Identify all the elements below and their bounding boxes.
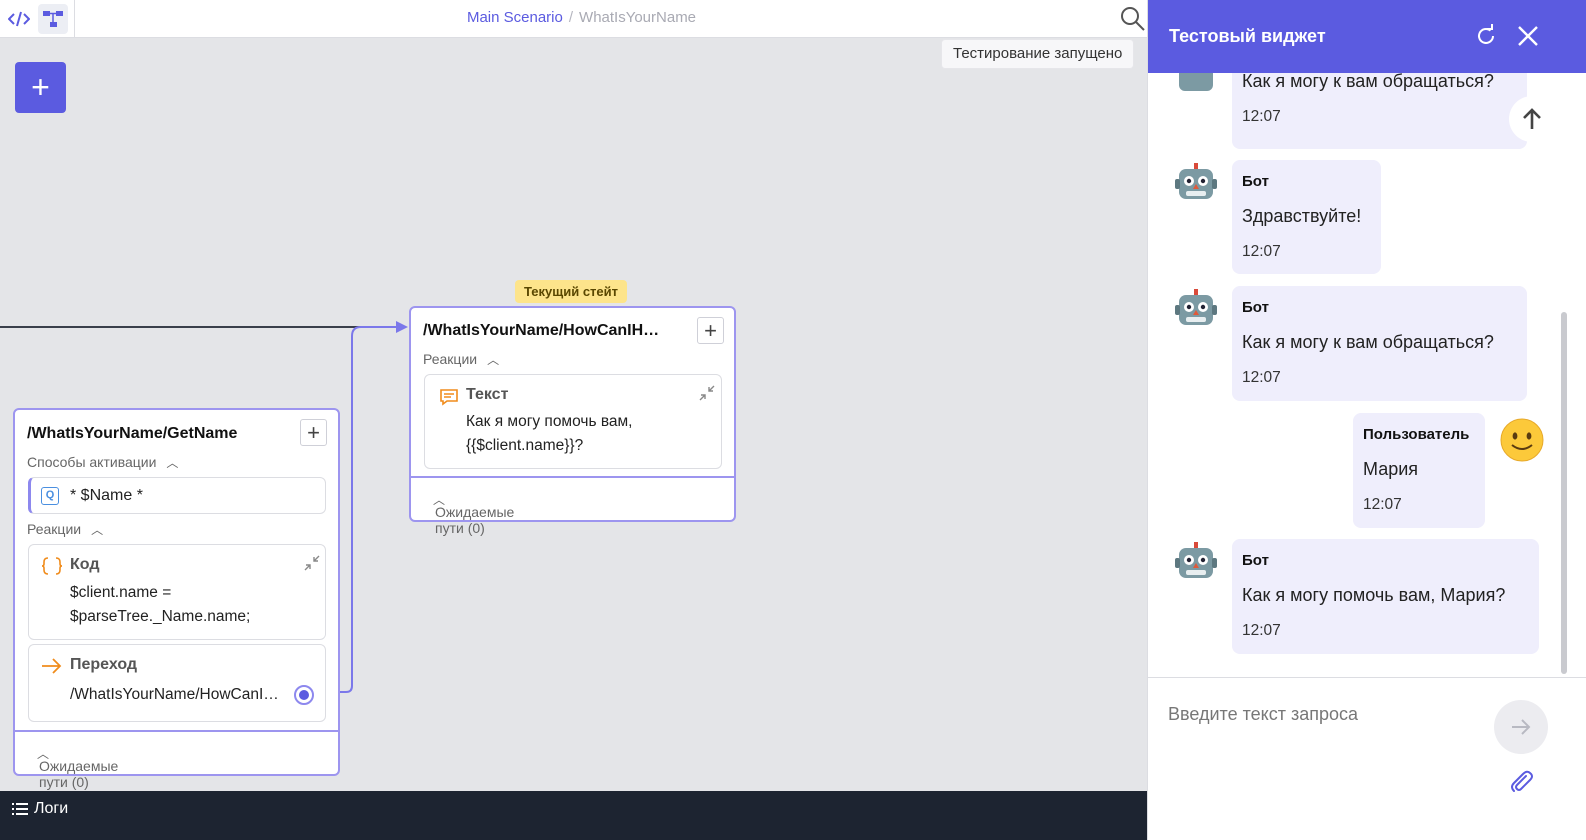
reactions-section[interactable]: Реакции ︿ <box>27 521 103 538</box>
bot-avatar <box>1173 287 1219 333</box>
chat-history: Как я могу к вам обращаться? 12:07 Бот З… <box>1148 73 1586 677</box>
chat-message-bot: Бот Как я могу к вам обращаться? 12:07 <box>1232 286 1527 401</box>
search-button[interactable] <box>1119 5 1147 33</box>
collapse-icon[interactable] <box>304 555 320 571</box>
message-text: Как я могу помочь вам, Мария? <box>1242 585 1506 605</box>
scroll-to-top-button[interactable] <box>1509 96 1555 142</box>
message-composer <box>1148 677 1586 840</box>
send-icon <box>1512 719 1531 735</box>
expected-paths-label: Ожидаемые пути (0) <box>435 504 515 536</box>
breadcrumb-separator: / <box>568 9 574 26</box>
add-reaction-button[interactable]: + <box>697 317 724 344</box>
chevron-up-icon: ︿ <box>487 353 500 367</box>
message-author: Пользователь <box>1363 426 1470 443</box>
current-state-badge: Текущий стейт <box>515 280 628 303</box>
logs-panel-bar[interactable]: Логи <box>0 791 1163 840</box>
code-line-2: $parseTree._Name.name; <box>70 608 251 625</box>
chevron-up-icon: ︿ <box>166 456 179 470</box>
close-icon[interactable] <box>1514 22 1542 50</box>
transition-port[interactable] <box>294 685 314 705</box>
message-time: 12:07 <box>1242 622 1281 639</box>
breadcrumb-main-scenario[interactable]: Main Scenario <box>467 9 563 26</box>
chat-scrollbar[interactable] <box>1561 312 1567 674</box>
connection-arrowhead <box>396 321 408 333</box>
user-avatar <box>1499 417 1545 463</box>
attach-icon[interactable] <box>1508 768 1536 796</box>
state-title: /WhatIsYourName/GetName <box>27 425 238 442</box>
message-time: 12:07 <box>1363 496 1402 513</box>
refresh-icon[interactable] <box>1472 22 1500 50</box>
logs-label: Логи <box>34 800 69 817</box>
testing-status: Тестирование запущено <box>941 39 1135 69</box>
text-line-1: Как я могу помочь вам, <box>466 413 633 430</box>
transition-connection <box>340 326 398 693</box>
message-author: Бот <box>1242 173 1269 190</box>
message-text: Здравствуйте! <box>1242 206 1362 226</box>
message-time: 12:07 <box>1242 243 1281 260</box>
activation-section[interactable]: Способы активации ︿ <box>27 454 178 471</box>
intent-activation-block[interactable]: Q * $Name * <box>28 477 326 514</box>
intent-badge-icon: Q <box>41 487 59 505</box>
block-title: Текст <box>466 386 509 403</box>
reactions-section[interactable]: Реакции ︿ <box>423 351 499 368</box>
message-author: Бот <box>1242 552 1269 569</box>
expected-paths-section[interactable]: Ожидаемые пути (0) ︿ <box>15 730 338 790</box>
message-time: 12:07 <box>1242 369 1281 386</box>
message-time: 12:07 <box>1242 108 1281 125</box>
arrow-right-icon <box>42 658 62 674</box>
state-title: /WhatIsYourName/HowCanIH… <box>423 322 660 339</box>
text-reaction-block[interactable]: Текст Как я могу помочь вам, {{$client.n… <box>424 374 722 469</box>
chevron-up-icon: ︿ <box>91 523 104 537</box>
state-card-getname[interactable]: /WhatIsYourName/GetName + Способы актива… <box>13 408 340 790</box>
send-button[interactable] <box>1494 700 1548 754</box>
editor-toolbar: Main Scenario / WhatIsYourName <box>0 0 1163 38</box>
chat-message-bot: Бот Как я могу помочь вам, Мария? 12:07 <box>1232 539 1539 654</box>
bot-avatar <box>1173 73 1219 99</box>
breadcrumb: Main Scenario / WhatIsYourName <box>0 9 1163 26</box>
breadcrumb-current: WhatIsYourName <box>579 9 697 26</box>
chat-message-bot: Как я могу к вам обращаться? 12:07 <box>1232 73 1527 149</box>
block-title: Переход <box>70 656 138 673</box>
collapse-icon[interactable] <box>699 385 715 401</box>
widget-header: Тестовый виджет <box>1148 0 1586 73</box>
search-icon <box>1121 7 1145 31</box>
message-author: Бот <box>1242 299 1269 316</box>
message-text: Мария <box>1363 459 1419 479</box>
text-reaction-body: Как я могу помочь вам, {{$client.name}}? <box>466 410 632 458</box>
message-text: Как я могу к вам обращаться? <box>1242 73 1494 91</box>
block-title: Код <box>70 556 100 573</box>
code-braces-icon <box>41 557 63 575</box>
chat-message-bot: Бот Здравствуйте! 12:07 <box>1232 160 1381 274</box>
transition-target: /WhatIsYourName/HowCanI… <box>70 686 279 703</box>
text-line-2: {{$client.name}}? <box>466 437 584 454</box>
message-text: Как я могу к вам обращаться? <box>1242 332 1494 352</box>
add-state-button[interactable]: + <box>15 62 66 113</box>
arrow-up-icon <box>1523 108 1541 129</box>
widget-title: Тестовый виджет <box>1169 26 1326 46</box>
activation-label: Способы активации <box>27 454 157 470</box>
message-input[interactable] <box>1168 702 1488 726</box>
list-icon <box>12 803 28 815</box>
code-line-1: $client.name = <box>70 584 172 601</box>
reactions-label: Реакции <box>27 521 82 537</box>
bot-avatar <box>1173 161 1219 207</box>
text-message-icon <box>440 389 458 406</box>
bot-avatar <box>1173 540 1219 586</box>
chat-message-user: Пользователь Мария 12:07 <box>1353 413 1485 528</box>
code-reaction-block[interactable]: Код $client.name = $parseTree._Name.name… <box>28 544 326 640</box>
scenario-editor: Main Scenario / WhatIsYourName Тестировани… <box>0 0 1163 840</box>
expected-paths-section[interactable]: Ожидаемые пути (0) ︿ <box>411 476 734 536</box>
expected-paths-label: Ожидаемые пути (0) <box>39 758 119 790</box>
add-reaction-button[interactable]: + <box>300 419 327 446</box>
transition-reaction-block[interactable]: Переход /WhatIsYourName/HowCanI… <box>28 644 326 722</box>
reactions-label: Реакции <box>423 351 478 367</box>
code-reaction-body: $client.name = $parseTree._Name.name; <box>70 581 250 629</box>
state-card-howcanihelp[interactable]: /WhatIsYourName/HowCanIH… + Реакции ︿ Тек… <box>409 306 736 536</box>
intent-phrase: * $Name * <box>70 487 143 504</box>
